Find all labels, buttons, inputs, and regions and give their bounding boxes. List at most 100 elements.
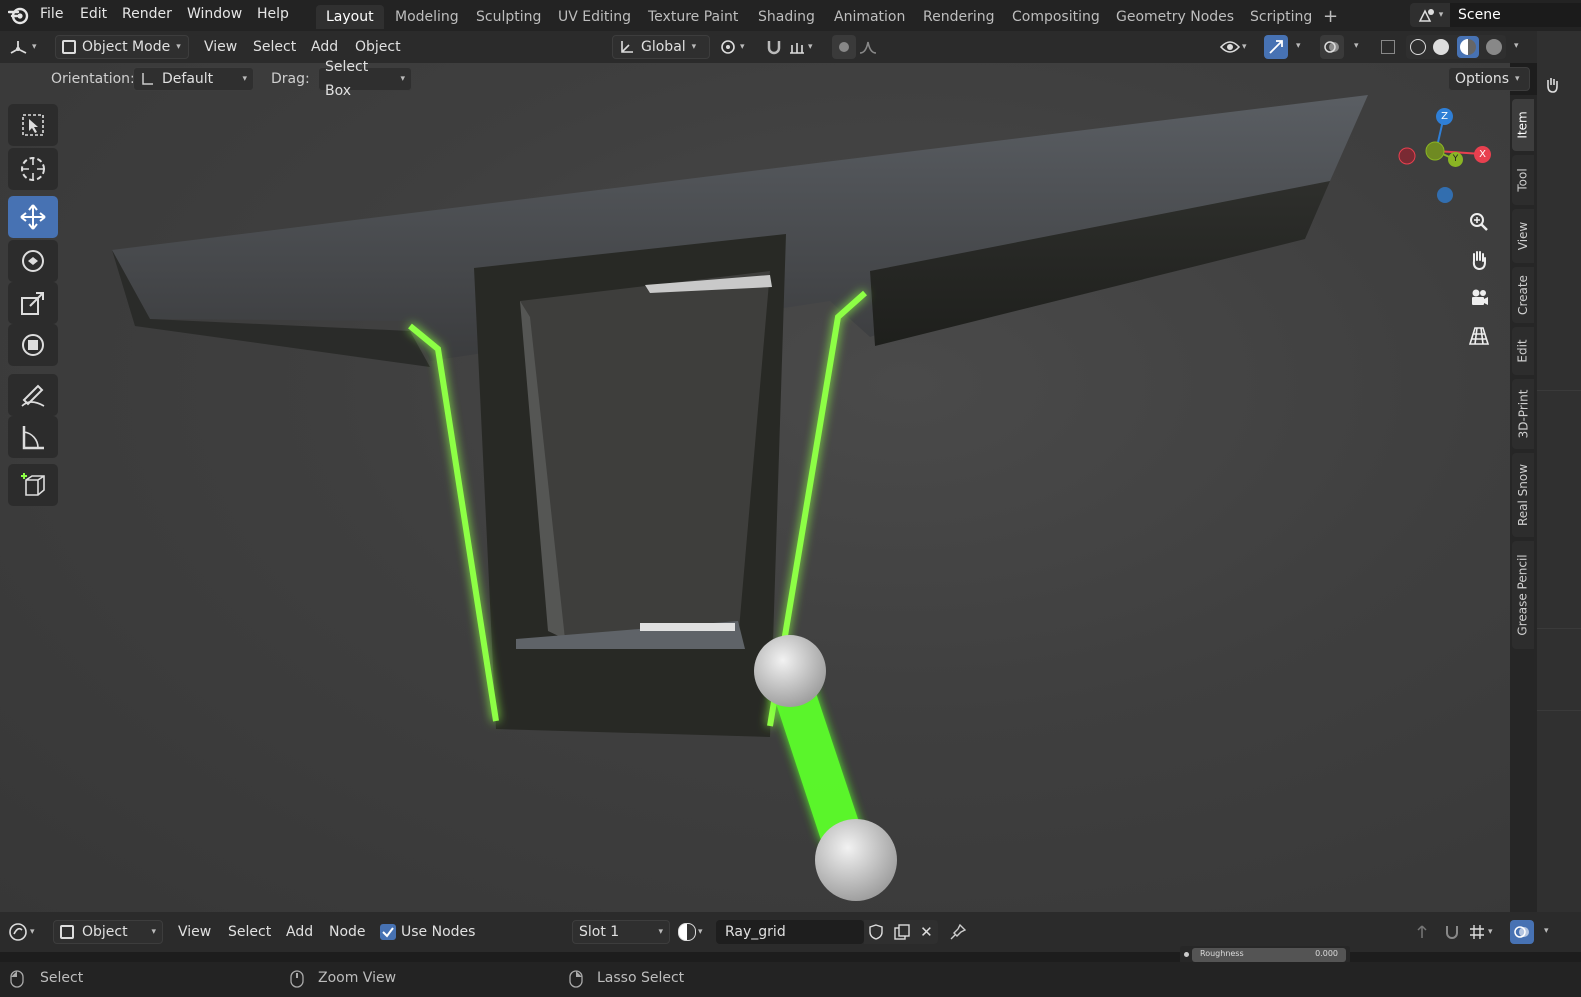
menu-view[interactable]: View — [204, 35, 237, 59]
gizmo-y-axis[interactable]: Y — [1448, 152, 1463, 167]
annotate-tool[interactable] — [8, 374, 58, 416]
options-dropdown[interactable]: Options ▾ — [1448, 67, 1530, 91]
3d-viewport[interactable]: Z X Y — [0, 31, 1510, 912]
menu-select[interactable]: Select — [253, 35, 296, 59]
transform-icon — [18, 330, 48, 360]
chevron-down-icon[interactable]: ▾ — [1354, 41, 1359, 51]
camera-icon[interactable] — [1462, 281, 1496, 315]
blender-logo-icon[interactable] — [8, 5, 30, 25]
gizmo-toggle[interactable] — [1264, 35, 1288, 59]
slot-dropdown[interactable]: Slot 1 ▾ — [572, 920, 670, 944]
add-workspace-button[interactable]: + — [1313, 5, 1348, 29]
select-box-tool[interactable] — [8, 104, 58, 146]
scene-selector-button[interactable]: ▾ — [1410, 3, 1450, 27]
shader-type-dropdown[interactable]: Object ▾ — [53, 920, 163, 944]
tab-geometry-nodes[interactable]: Geometry Nodes — [1106, 5, 1244, 29]
sidebar-tab-grease-pencil[interactable]: Grease Pencil — [1512, 541, 1534, 649]
chevron-down-icon: ▾ — [1242, 42, 1247, 52]
parent-node-tree-button[interactable] — [1410, 920, 1434, 944]
falloff-curve-icon — [858, 39, 878, 55]
tab-compositing[interactable]: Compositing — [1002, 5, 1110, 29]
menu-edit[interactable]: Edit — [80, 6, 107, 22]
zoom-icon[interactable] — [1462, 205, 1496, 239]
pivot-point-button[interactable]: ▾ — [718, 35, 754, 59]
tab-animation[interactable]: Animation — [824, 5, 915, 29]
snap-target-button[interactable]: ▾ — [788, 35, 824, 59]
tab-layout[interactable]: Layout — [316, 5, 384, 29]
sidebar-tab-edit[interactable]: Edit — [1512, 327, 1534, 375]
node-snap-toggle[interactable] — [1440, 920, 1464, 944]
gizmo-z-axis[interactable]: Z — [1436, 108, 1453, 125]
scale-tool[interactable] — [8, 282, 58, 324]
tab-uv-editing[interactable]: UV Editing — [548, 5, 641, 29]
orientation-dropdown[interactable]: Default ▾ — [133, 67, 254, 91]
chevron-down-icon[interactable]: ▾ — [1296, 41, 1301, 51]
tab-modeling[interactable]: Modeling — [385, 5, 469, 29]
rendered-shading-icon[interactable] — [1486, 39, 1503, 55]
roughness-field[interactable]: Roughness 0.000 — [1192, 948, 1346, 962]
node-editor-type-button[interactable]: ▾ — [8, 920, 48, 944]
overlays-toggle[interactable] — [1320, 35, 1344, 59]
solid-shading-icon[interactable] — [1433, 39, 1450, 55]
gizmo-x-axis[interactable]: X — [1474, 146, 1491, 163]
hand-icon[interactable] — [1545, 77, 1559, 93]
visibility-button[interactable]: ▾ — [1220, 35, 1256, 59]
node-menu-node[interactable]: Node — [329, 920, 366, 944]
node-snap-target-button[interactable]: ▾ — [1468, 920, 1504, 944]
cursor-tool[interactable] — [8, 148, 58, 190]
magnet-icon — [765, 38, 783, 56]
measure-tool[interactable] — [8, 416, 58, 458]
navigation-gizmo[interactable]: Z X Y — [1392, 103, 1502, 213]
wireframe-shading-icon[interactable] — [1409, 39, 1426, 55]
menu-window[interactable]: Window — [187, 6, 242, 22]
tab-sculpting[interactable]: Sculpting — [466, 5, 551, 29]
chevron-down-icon[interactable]: ▾ — [1544, 926, 1549, 936]
rotate-tool[interactable] — [8, 240, 58, 282]
mode-dropdown[interactable]: Object Mode ▾ — [55, 35, 189, 59]
browse-material-button[interactable]: ▾ — [678, 920, 714, 944]
node-menu-select[interactable]: Select — [228, 920, 271, 944]
tab-shading[interactable]: Shading — [748, 5, 825, 29]
chevron-down-icon: ▾ — [176, 42, 181, 52]
tab-scripting[interactable]: Scripting — [1240, 5, 1322, 29]
duplicate-material-icon[interactable] — [894, 924, 910, 940]
menu-help[interactable]: Help — [257, 6, 289, 22]
move-tool[interactable] — [8, 196, 58, 238]
add-cube-tool[interactable] — [8, 464, 58, 506]
use-nodes-checkbox[interactable]: Use Nodes — [380, 920, 475, 944]
xray-toggle[interactable] — [1376, 35, 1400, 59]
editor-type-button[interactable]: ▾ — [8, 35, 48, 59]
tab-rendering[interactable]: Rendering — [913, 5, 1005, 29]
sidebar-tab-view[interactable]: View — [1512, 209, 1534, 263]
transform-tool[interactable] — [8, 324, 58, 366]
transform-orientation-dropdown[interactable]: Global ▾ — [612, 35, 710, 59]
node-overlays-toggle[interactable] — [1510, 920, 1534, 944]
node-menu-view[interactable]: View — [178, 920, 211, 944]
viewport-editor-icon — [8, 38, 30, 56]
mouse-middle-icon — [290, 970, 304, 988]
falloff-button[interactable] — [858, 35, 898, 59]
unlink-close-icon[interactable]: ✕ — [920, 923, 933, 941]
material-name-field[interactable]: Ray_grid — [716, 920, 864, 944]
menu-file[interactable]: File — [40, 6, 63, 22]
snap-toggle[interactable] — [762, 35, 786, 59]
pan-hand-icon[interactable] — [1462, 243, 1496, 277]
sidebar-tab-3d-print[interactable]: 3D-Print — [1512, 379, 1534, 449]
sidebar-tab-item[interactable]: Item — [1512, 99, 1534, 151]
sidebar-tab-create[interactable]: Create — [1512, 267, 1534, 323]
chevron-down-icon: ▾ — [691, 42, 697, 52]
tab-texture-paint[interactable]: Texture Paint — [638, 5, 748, 29]
sidebar-tab-real-snow[interactable]: Real Snow — [1512, 453, 1534, 537]
eye-icon — [1220, 39, 1240, 55]
menu-render[interactable]: Render — [122, 6, 172, 22]
scene-name-field[interactable]: Scene — [1450, 3, 1581, 27]
material-shading-icon[interactable] — [1456, 36, 1479, 58]
node-menu-add[interactable]: Add — [286, 920, 313, 944]
drag-dropdown[interactable]: Select Box ▾ — [318, 59, 412, 99]
sidebar-tab-tool[interactable]: Tool — [1512, 155, 1534, 205]
chevron-down-icon[interactable]: ▾ — [1514, 41, 1519, 51]
fake-user-shield-icon[interactable] — [869, 924, 883, 940]
proportional-editing-toggle[interactable] — [832, 35, 856, 59]
grid-perspective-icon[interactable] — [1462, 319, 1496, 353]
pin-button[interactable] — [946, 920, 970, 944]
